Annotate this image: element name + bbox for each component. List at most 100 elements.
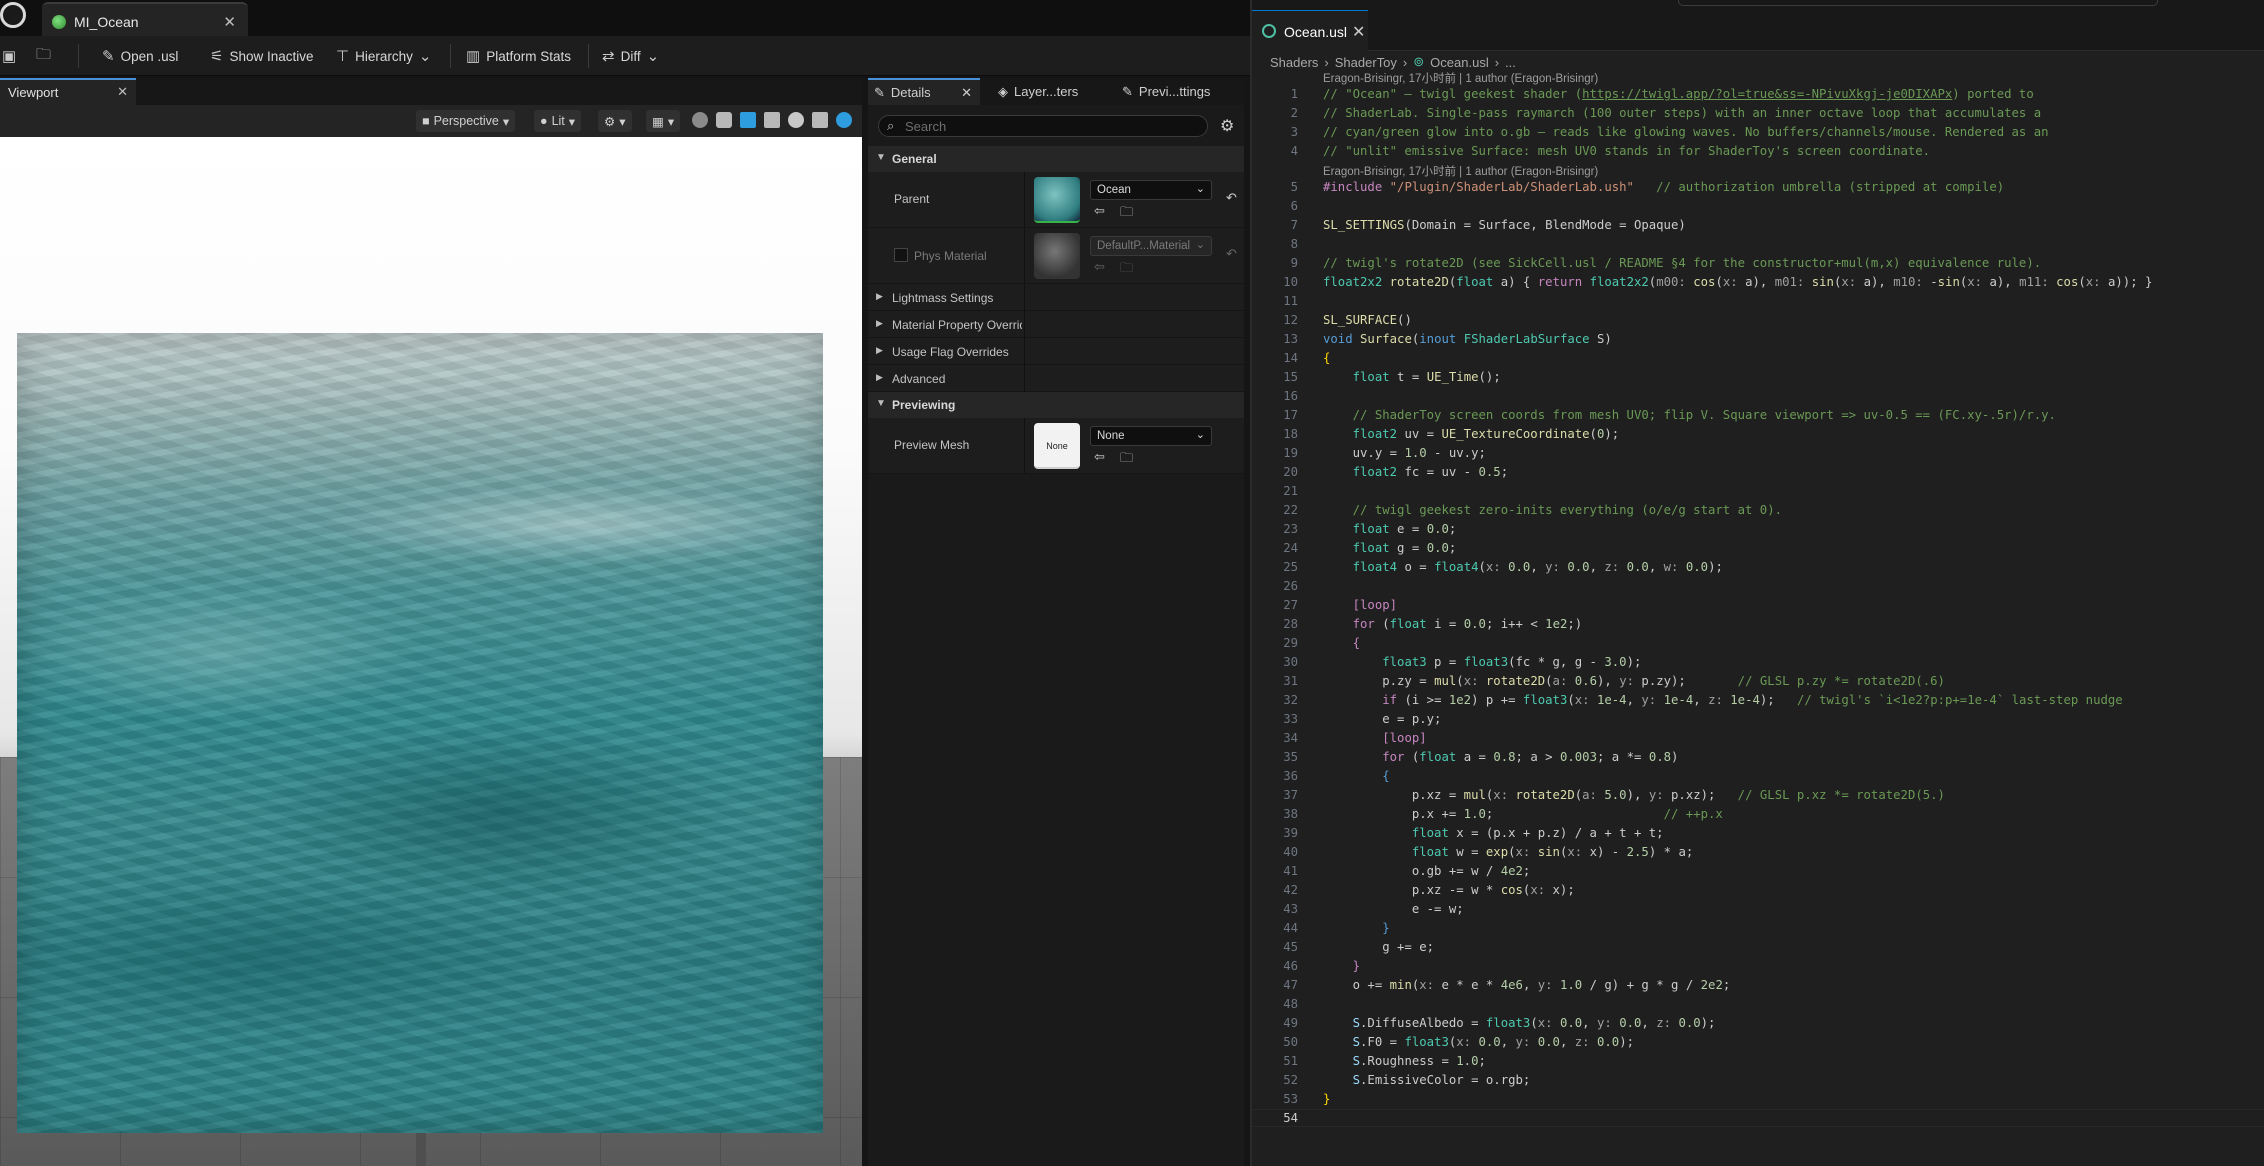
line-number: 23 (1283, 522, 1298, 536)
code-line: o.gb += w / 4e2; (1323, 864, 1531, 878)
viewport-scene[interactable] (0, 137, 862, 1166)
line-number: 2 (1290, 106, 1298, 120)
line-number: 27 (1283, 598, 1298, 612)
platform-stats-label: Platform Stats (486, 48, 571, 64)
line-number: 50 (1283, 1035, 1298, 1049)
current-line-highlight (1252, 1109, 2264, 1127)
show-inactive-button[interactable]: ⚟ Show Inactive (204, 36, 320, 76)
use-selected-icon: ⇦ (1094, 259, 1105, 274)
code-line: void Surface(inout FShaderLabSurface S) (1323, 332, 1612, 346)
perspective-button[interactable]: ■ Perspective ▾ (416, 110, 516, 132)
line-number: 9 (1290, 256, 1298, 270)
chevron-down-icon: ▾ (568, 114, 576, 129)
line-number: 6 (1290, 199, 1298, 213)
editor-tab-ocean[interactable]: Ocean.usl ✕ (1252, 10, 1368, 51)
cylinder-preview-icon[interactable] (716, 112, 732, 128)
line-number: 7 (1290, 218, 1298, 232)
command-center[interactable] (1678, 0, 2158, 6)
stand-pole (416, 1133, 426, 1166)
line-number: 49 (1283, 1016, 1298, 1030)
line-number: 39 (1283, 826, 1298, 840)
open-usl-button[interactable]: ✎ Open .usl (96, 36, 184, 76)
diff-label: Diff (620, 48, 641, 64)
parent-combo[interactable]: Ocean ⌄ (1090, 180, 1212, 200)
sphere-preview-icon[interactable] (692, 112, 708, 128)
line-number: 26 (1283, 579, 1298, 593)
code-line: // "Ocean" — twigl geekest shader (https… (1323, 87, 2034, 101)
browse-icon[interactable]: 🗀 (1120, 449, 1133, 471)
subsection-material-property[interactable]: ▶ Material Property Overrid (868, 311, 1244, 338)
subsection-lightmass[interactable]: ▶ Lightmass Settings (868, 284, 1244, 311)
tab-layer-parameters[interactable]: ◈ Layer...ters (992, 78, 1084, 105)
gear-icon[interactable]: ⚙ (1220, 116, 1234, 136)
line-number: 1 (1290, 87, 1298, 101)
category-previewing[interactable]: ▼ Previewing (868, 392, 1244, 418)
line-number: 48 (1283, 997, 1298, 1011)
mesh-preview-icon[interactable] (788, 112, 804, 128)
details-search-input[interactable]: ⌕ Search (878, 115, 1208, 137)
phys-material-checkbox[interactable] (894, 248, 908, 262)
line-number: 36 (1283, 769, 1298, 783)
code-line: float2 uv = UE_TextureCoordinate(0); (1352, 427, 1620, 441)
layer-tab-label: Layer...ters (1014, 84, 1079, 99)
show-flags-button[interactable]: ⚙ ▾ (598, 110, 632, 132)
unreal-logo-icon[interactable] (0, 2, 26, 28)
tab-preview-settings[interactable]: ✎ Previ...ttings (1116, 78, 1216, 105)
tab-details[interactable]: ✎ Details ✕ (868, 78, 980, 105)
code-line: [loop] (1352, 598, 1398, 612)
code-line: float2x2 rotate2D(float a) { return floa… (1323, 275, 2153, 289)
use-selected-icon[interactable]: ⇦ (1094, 203, 1105, 219)
line-number: 14 (1283, 351, 1298, 365)
line-number: 45 (1283, 940, 1298, 954)
preview-mesh-thumbnail[interactable]: None (1034, 423, 1080, 469)
close-tab-icon[interactable]: ✕ (961, 85, 972, 101)
viewport-tab-label: Viewport (8, 85, 59, 100)
code-line: // ShaderLab. Single-pass raymarch (100 … (1323, 106, 2042, 120)
plane-preview-icon[interactable] (740, 112, 756, 128)
lit-button[interactable]: ● Lit ▾ (534, 110, 582, 132)
line-number: 46 (1283, 959, 1298, 973)
realtime-toggle-icon[interactable] (836, 112, 852, 128)
parent-thumbnail[interactable] (1034, 177, 1080, 223)
save-button[interactable]: ▣ (0, 36, 22, 76)
cube-preview-icon[interactable] (764, 112, 780, 128)
diff-button[interactable]: ⇄ Diff ⌄ (596, 36, 665, 76)
line-number: 31 (1283, 674, 1298, 688)
close-tab-icon[interactable]: ✕ (223, 13, 236, 31)
viewport-tab[interactable]: Viewport ✕ (0, 78, 136, 105)
category-general[interactable]: ▼ General (868, 146, 1244, 172)
code-line: float e = 0.0; (1352, 522, 1457, 536)
code-line: // "unlit" emissive Surface: mesh UV0 st… (1323, 144, 1931, 158)
code-line: // twigl's rotate2D (see SickCell.usl / … (1323, 256, 2042, 270)
use-selected-icon[interactable]: ⇦ (1094, 449, 1105, 465)
asset-tab[interactable]: MI_Ocean ✕ (42, 2, 248, 38)
subsection-advanced[interactable]: ▶ Advanced (868, 365, 1244, 392)
hierarchy-button[interactable]: ⊤ Hierarchy ⌄ (330, 36, 437, 76)
line-number: 18 (1283, 427, 1298, 441)
unreal-editor: MI_Ocean ✕ ▣ 🗀 ✎ Open .usl ⚟ Show Inactive… (0, 0, 1250, 1166)
code-line: p.x += 1.0; // ++p.x (1323, 807, 1723, 821)
platform-stats-button[interactable]: ▥ Platform Stats (460, 36, 577, 76)
line-number: 3 (1290, 125, 1298, 139)
preview-tab-label: Previ...ttings (1138, 84, 1211, 99)
preview-mesh-combo[interactable]: None ⌄ (1090, 426, 1212, 446)
details-tab-label: Details (890, 85, 931, 100)
blame-codelens[interactable]: Eragon-Brisingr, 17小时前 | 1 author (Erago… (1323, 70, 1598, 86)
layout-button[interactable]: ▦ ▾ (646, 110, 681, 132)
close-tab-icon[interactable]: ✕ (117, 84, 128, 100)
code-line: { (1382, 769, 1390, 783)
code-editor[interactable]: Eragon-Brisingr, 17小时前 | 1 author (Erago… (1252, 68, 2264, 1148)
preview-mesh-label: Preview Mesh (894, 438, 970, 452)
details-tabbar: ✎ Details ✕ ◈ Layer...ters ✎ Previ...ttings (868, 78, 1244, 105)
reset-icon: ↶ (1226, 246, 1237, 261)
close-icon[interactable]: ✕ (1352, 22, 1365, 42)
subsection-usage-flags[interactable]: ▶ Usage Flag Overrides (868, 338, 1244, 365)
grid-toggle-icon[interactable] (812, 112, 828, 128)
code-line: e = p.y; (1323, 712, 1442, 726)
browse-button[interactable]: 🗀 (30, 36, 57, 76)
subsection-label: Usage Flag Overrides (892, 345, 1009, 359)
reset-icon[interactable]: ↶ (1226, 190, 1237, 206)
browse-icon[interactable]: 🗀 (1120, 203, 1133, 225)
line-number: 5 (1290, 180, 1298, 194)
blame-codelens[interactable]: Eragon-Brisingr, 17小时前 | 1 author (Erago… (1323, 163, 1598, 179)
